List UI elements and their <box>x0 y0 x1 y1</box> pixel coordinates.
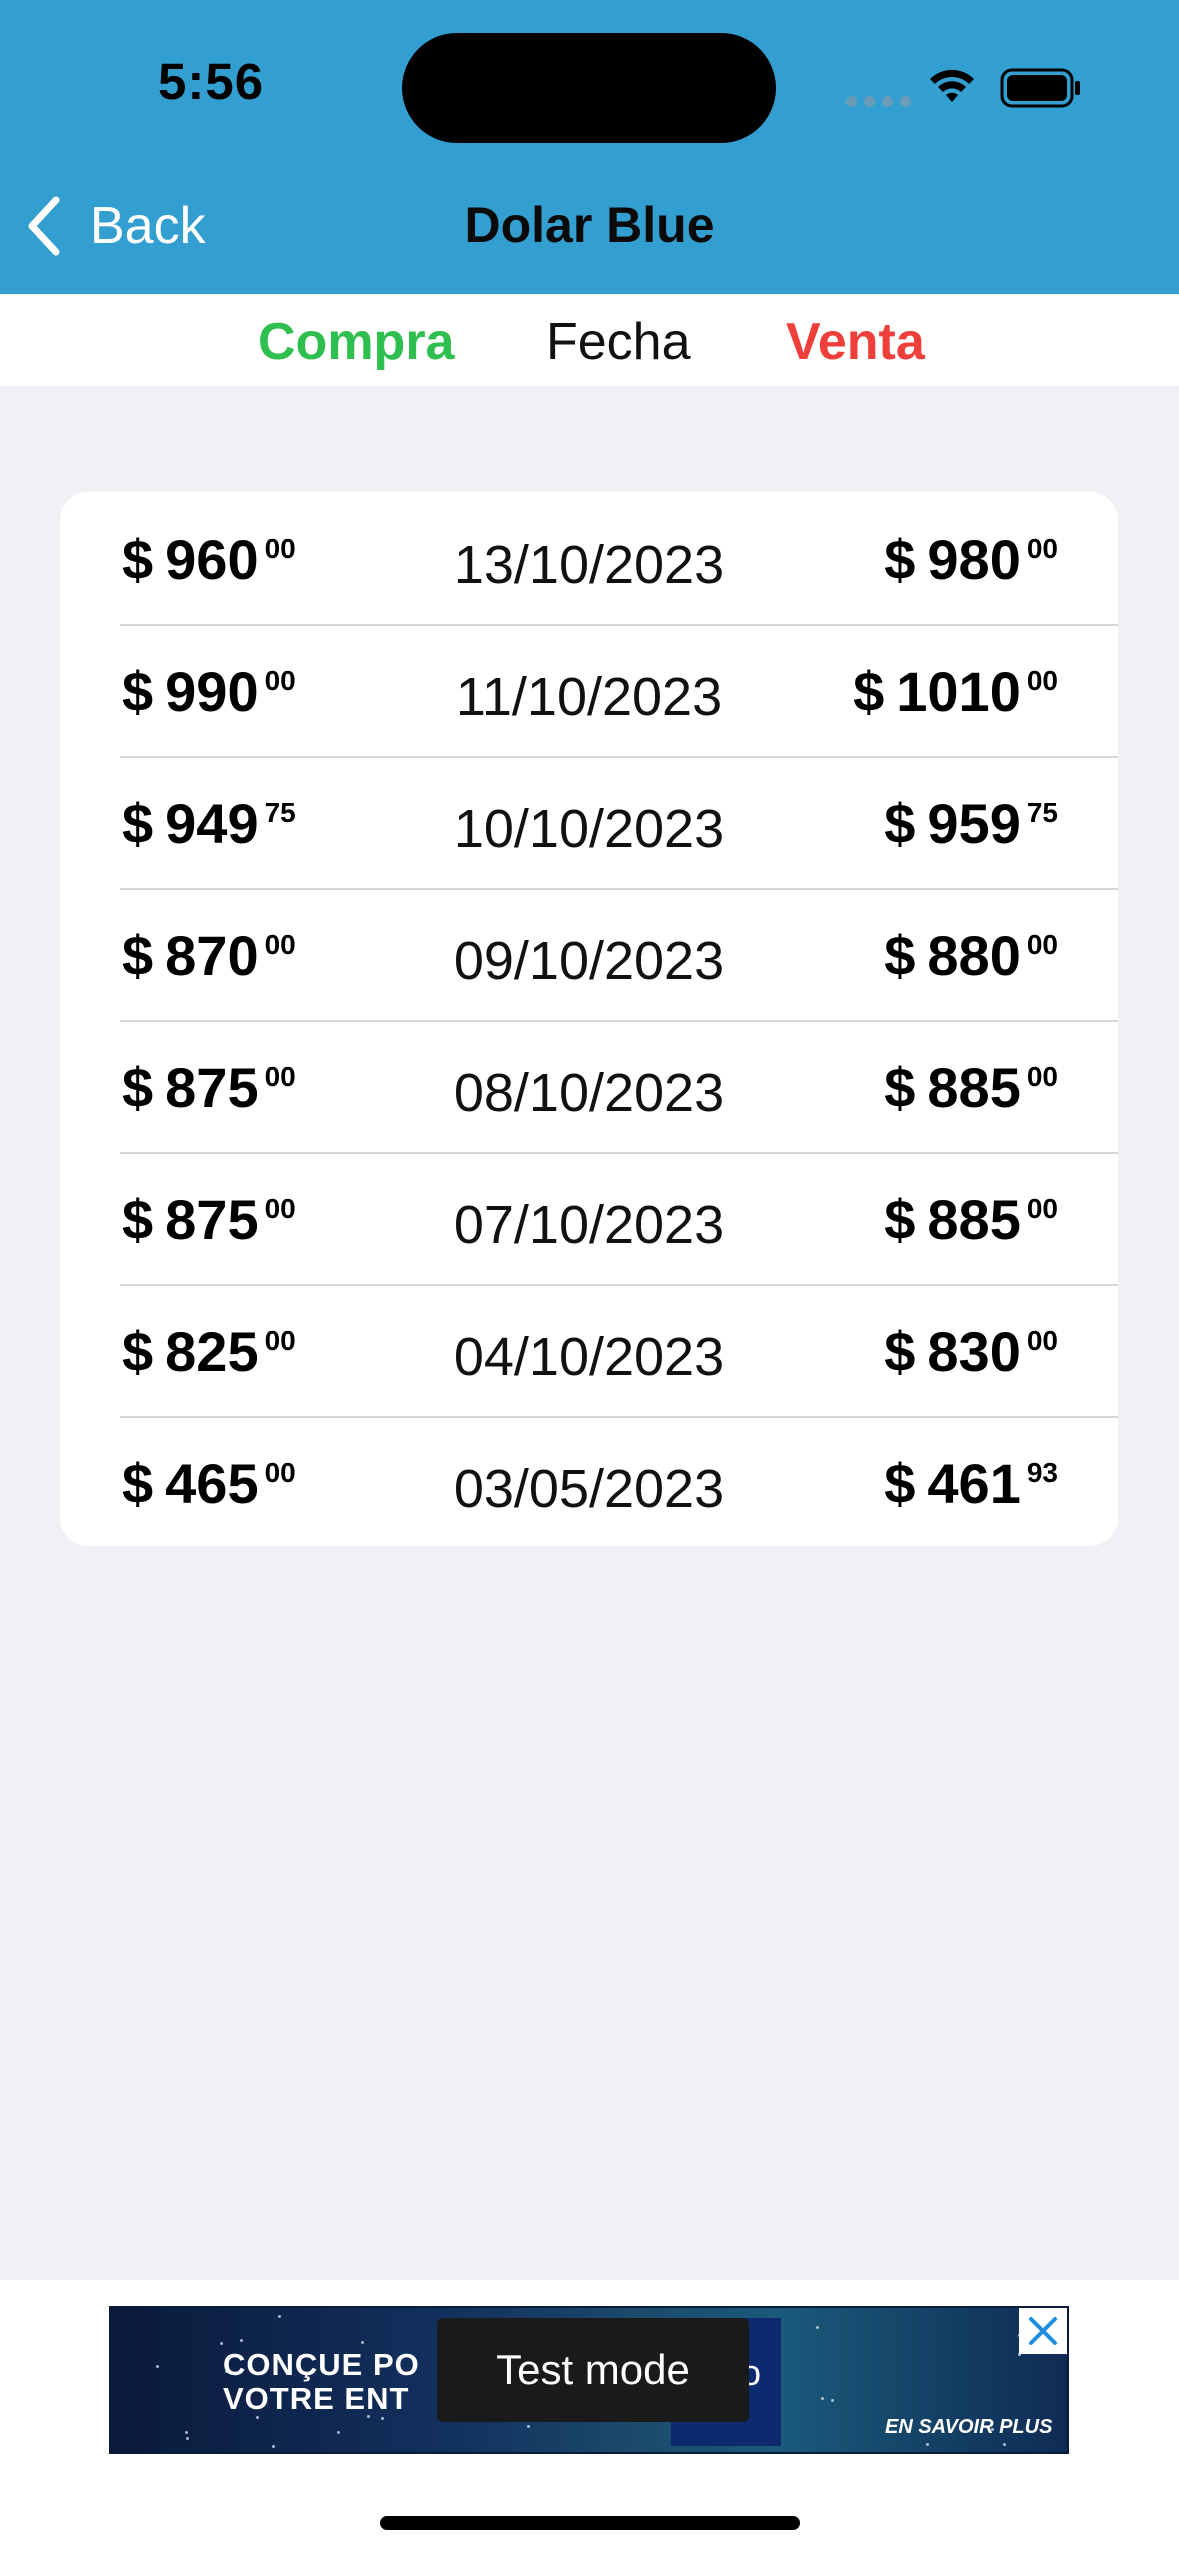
sell-currency-symbol: $ <box>884 1452 916 1515</box>
sell-price: $980 00 <box>884 530 1058 590</box>
ad-banner[interactable]: o CONÇUE PO VOTRE ENT Test mode EN SAVOI… <box>109 2306 1069 2454</box>
home-indicator <box>380 2516 800 2530</box>
rate-row: $949 75 10/10/2023 $959 75 <box>60 756 1118 888</box>
sell-currency-symbol: $ <box>884 1056 916 1119</box>
column-header-bar: Compra Fecha Venta <box>0 294 1179 386</box>
sell-price: $830 00 <box>884 1322 1058 1382</box>
ad-star-decoration <box>256 2416 259 2419</box>
rate-row: $825 00 04/10/2023 $830 00 <box>60 1284 1118 1416</box>
ad-headline-line2: VOTRE ENT <box>223 2381 410 2416</box>
rate-row: $875 00 08/10/2023 $885 00 <box>60 1020 1118 1152</box>
ad-star-decoration <box>821 2397 824 2400</box>
sell-price: $880 00 <box>884 926 1058 986</box>
sell-price-cents: 93 <box>1026 1457 1058 1488</box>
sell-currency-symbol: $ <box>884 1320 916 1383</box>
dynamic-island <box>402 33 776 143</box>
ad-star-decoration <box>527 2425 530 2428</box>
ad-star-decoration <box>185 2431 188 2434</box>
ad-cta-link[interactable]: EN SAVOIR PLUS <box>885 2416 1052 2439</box>
rate-row: $870 00 09/10/2023 $880 00 <box>60 888 1118 1020</box>
ad-star-decoration <box>926 2443 929 2446</box>
ad-star-decoration <box>272 2445 275 2448</box>
sell-price-cents: 00 <box>1026 1325 1058 1356</box>
sell-price-integer: 1010 <box>896 660 1021 723</box>
ad-star-decoration <box>156 2365 159 2368</box>
sell-price: $959 75 <box>884 794 1058 854</box>
ad-star-decoration <box>816 2326 819 2329</box>
ad-star-decoration <box>220 2342 223 2345</box>
screen: 5:56 Back Dolar Blue Compra Fecha Venta … <box>0 0 1179 2556</box>
ad-star-decoration <box>337 2431 340 2434</box>
column-header-sell: Venta <box>786 313 925 371</box>
sell-price-integer: 880 <box>927 924 1021 987</box>
ad-headline: CONÇUE PO VOTRE ENT <box>223 2348 420 2416</box>
sell-price-cents: 00 <box>1026 533 1058 564</box>
status-time: 5:56 <box>158 53 265 110</box>
sell-price: $885 00 <box>884 1190 1058 1250</box>
sell-price-integer: 461 <box>927 1452 1021 1515</box>
sell-price-integer: 980 <box>927 528 1021 591</box>
rates-list: $960 00 13/10/2023 $980 00 $990 00 11/10/2023 $1… <box>60 492 1118 1546</box>
close-icon <box>1029 2317 1057 2345</box>
rate-row: $960 00 13/10/2023 $980 00 <box>60 492 1118 624</box>
rate-row: $465 00 03/05/2023 $461 93 <box>60 1416 1118 1546</box>
sell-currency-symbol: $ <box>853 660 885 723</box>
sell-price-integer: 885 <box>927 1056 1021 1119</box>
navigation-header: 5:56 Back Dolar Blue <box>0 0 1179 294</box>
sell-price-integer: 885 <box>927 1188 1021 1251</box>
sell-price-integer: 830 <box>927 1320 1021 1383</box>
sell-price-cents: 75 <box>1026 797 1058 828</box>
rate-row: $990 00 11/10/2023 $1010 00 <box>60 624 1118 756</box>
sell-price-cents: 00 <box>1026 929 1058 960</box>
sell-currency-symbol: $ <box>884 1188 916 1251</box>
ad-test-mode-label: Test mode <box>437 2318 749 2422</box>
ad-star-decoration <box>361 2341 364 2344</box>
ad-star-decoration <box>186 2437 189 2440</box>
battery-icon <box>1000 68 1080 108</box>
sell-price: $1010 00 <box>853 662 1058 722</box>
sell-currency-symbol: $ <box>884 528 916 591</box>
sell-currency-symbol: $ <box>884 924 916 987</box>
column-header-date: Fecha <box>546 313 691 371</box>
rate-row: $875 00 07/10/2023 $885 00 <box>60 1152 1118 1284</box>
ad-star-decoration <box>278 2315 281 2318</box>
sell-price-integer: 959 <box>927 792 1021 855</box>
sell-price-cents: 00 <box>1026 1061 1058 1092</box>
ad-star-decoration <box>381 2417 384 2420</box>
wifi-icon <box>930 69 974 102</box>
ad-star-decoration <box>1003 2443 1006 2446</box>
sell-price-cents: 00 <box>1026 665 1058 696</box>
ad-star-decoration <box>831 2399 834 2402</box>
ad-star-decoration <box>240 2339 243 2342</box>
page-title: Dolar Blue <box>464 197 715 253</box>
sell-price-cents: 00 <box>1026 1193 1058 1224</box>
sell-currency-symbol: $ <box>884 792 916 855</box>
ad-headline-line1: CONÇUE PO <box>223 2347 420 2382</box>
ad-close-button[interactable] <box>1019 2308 1067 2354</box>
sell-price: $885 00 <box>884 1058 1058 1118</box>
column-header-buy: Compra <box>258 313 455 371</box>
cellular-dots-icon <box>846 96 911 107</box>
sell-price: $461 93 <box>884 1454 1058 1514</box>
